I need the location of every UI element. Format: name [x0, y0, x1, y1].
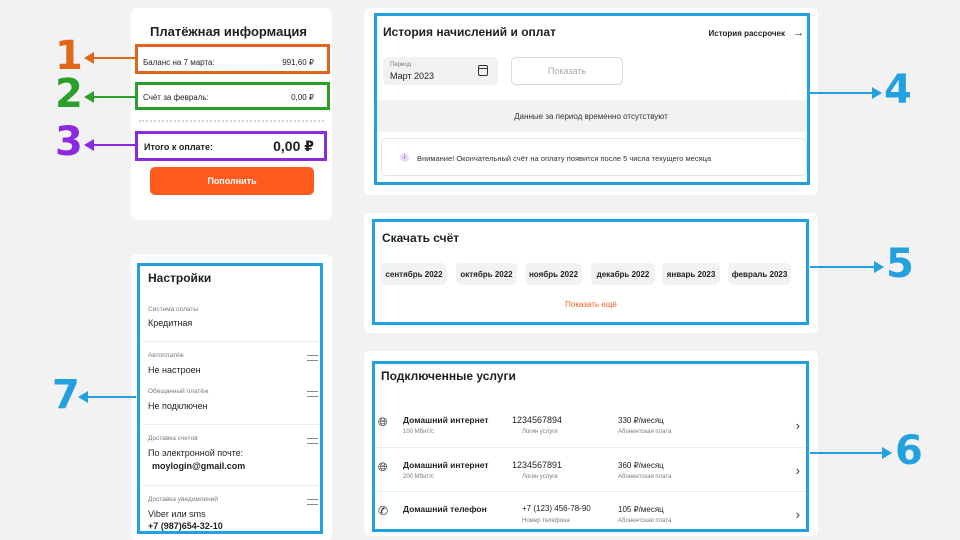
payment-card: Платёжная информация Баланс на 7 марта: …	[131, 8, 332, 220]
highlight-box-3	[135, 131, 327, 161]
highlight-box-4	[374, 13, 810, 185]
highlight-box-2	[135, 82, 330, 110]
annotation-number-3: 3	[55, 119, 83, 165]
annotation-arrow-5	[810, 261, 884, 273]
highlight-box-1	[135, 44, 330, 74]
annotation-arrow-2	[84, 91, 136, 103]
annotation-number-5: 5	[886, 241, 914, 287]
annotation-arrow-6	[810, 447, 892, 459]
highlight-box-5	[372, 219, 809, 325]
annotation-arrow-4	[810, 87, 882, 99]
highlight-box-7	[137, 263, 323, 534]
highlight-box-6	[372, 361, 809, 532]
annotation-number-1: 1	[55, 33, 83, 79]
annotation-number-7: 7	[52, 372, 80, 418]
topup-button[interactable]: Пополнить	[150, 167, 314, 195]
divider	[139, 120, 324, 122]
payment-title: Платёжная информация	[150, 24, 307, 39]
annotation-arrow-1	[84, 52, 136, 64]
annotation-number-2: 2	[55, 71, 83, 117]
annotation-number-6: 6	[895, 428, 923, 474]
annotation-arrow-7	[78, 391, 136, 403]
annotation-arrow-3	[84, 139, 136, 151]
annotation-number-4: 4	[884, 67, 912, 113]
